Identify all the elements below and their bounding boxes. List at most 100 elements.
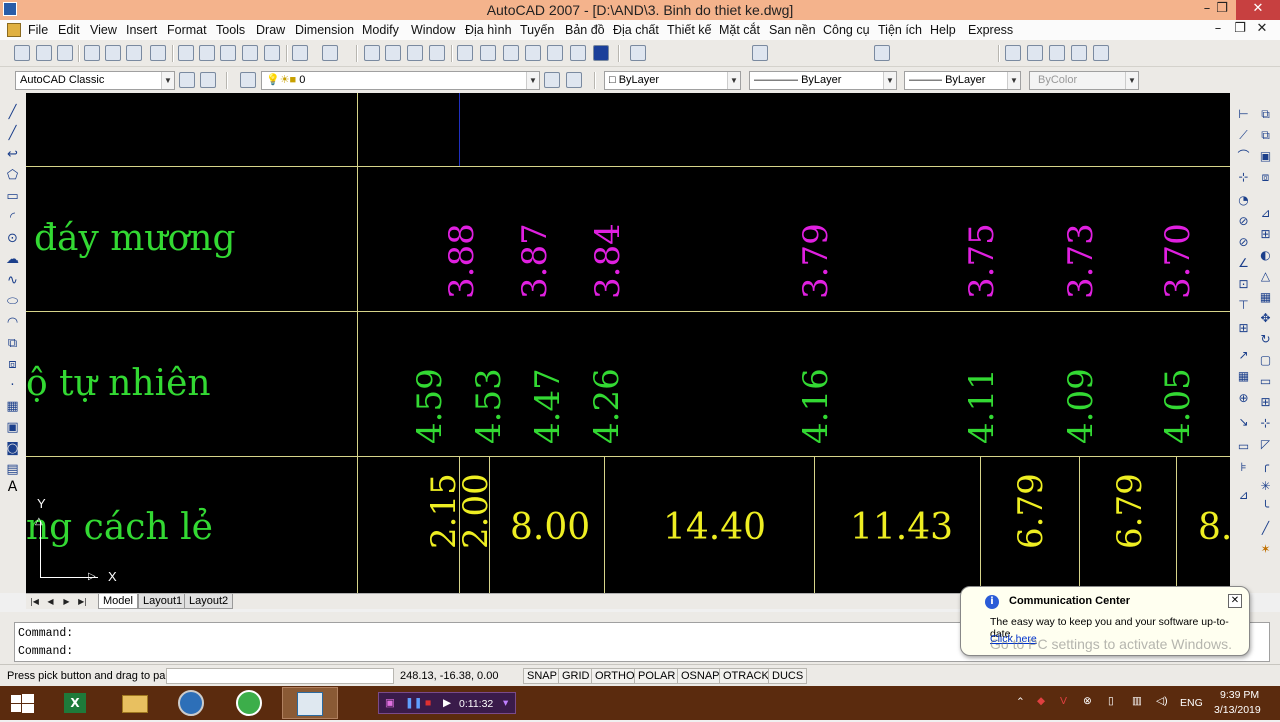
- tray-device-icon[interactable]: ▯: [1108, 695, 1114, 707]
- radius-dim-icon[interactable]: ◔: [1236, 193, 1251, 207]
- menu-edit[interactable]: Edit: [58, 23, 80, 37]
- otrack-toggle[interactable]: OTRACK: [719, 668, 773, 684]
- explode-burst-icon[interactable]: ✶: [1258, 542, 1273, 556]
- menu-help[interactable]: Help: [930, 23, 956, 37]
- tray-language[interactable]: ENG: [1180, 697, 1203, 709]
- command-prompt[interactable]: Command:: [18, 645, 73, 658]
- make-block-icon[interactable]: ⧈: [5, 357, 20, 372]
- hatch-icon[interactable]: ▦: [5, 399, 20, 414]
- tray-network-icon[interactable]: ▥: [1132, 695, 1142, 707]
- coordinate-readout[interactable]: 248.13, -16.38, 0.00: [400, 670, 498, 682]
- mirror-icon[interactable]: ▣: [1258, 149, 1273, 163]
- single-viewport-icon[interactable]: [1027, 45, 1043, 61]
- tray-date[interactable]: 3/13/2019: [1214, 704, 1261, 716]
- workspace-settings-icon[interactable]: [179, 72, 195, 88]
- arc-icon[interactable]: ◜: [5, 210, 20, 225]
- menu-dimension[interactable]: Dimension: [295, 23, 354, 37]
- help-icon[interactable]: [593, 45, 609, 61]
- linetype-select[interactable]: ———— ByLayer ▼: [749, 71, 897, 90]
- dim-edit-icon[interactable]: ↘: [1236, 415, 1251, 429]
- new-icon[interactable]: [14, 45, 30, 61]
- table-icon[interactable]: ▤: [5, 462, 20, 477]
- continue-dim-icon[interactable]: ⊞: [1236, 321, 1251, 335]
- dim-style-icon[interactable]: ⊿: [1236, 488, 1251, 502]
- match-properties-icon[interactable]: [242, 45, 258, 61]
- layer-manager-icon[interactable]: [240, 72, 256, 88]
- ellipse-icon[interactable]: ⬭: [5, 294, 20, 309]
- ortho-toggle[interactable]: ORTHO: [591, 668, 639, 684]
- menu-dia-hinh[interactable]: Địa hình: [465, 23, 512, 37]
- block-editor-icon[interactable]: [264, 45, 280, 61]
- document-icon[interactable]: [7, 23, 21, 37]
- sheet-set-icon[interactable]: [525, 45, 541, 61]
- first-tab-button[interactable]: |◀: [28, 595, 41, 608]
- scale-icon[interactable]: △: [1258, 269, 1273, 283]
- zoom-realtime-icon[interactable]: [385, 45, 401, 61]
- region-icon[interactable]: ◙: [5, 441, 20, 456]
- lineweight-select[interactable]: ——— ByLayer ▼: [904, 71, 1021, 90]
- zoom-window-icon[interactable]: [407, 45, 423, 61]
- menu-mat-cat[interactable]: Mặt cắt: [719, 23, 760, 37]
- point-icon[interactable]: ·: [5, 378, 20, 393]
- layer-select[interactable]: 💡☀■ 0 ▼: [261, 71, 540, 90]
- stretch-icon[interactable]: ▦: [1258, 290, 1273, 304]
- quick-leader-icon[interactable]: ↗: [1236, 348, 1251, 362]
- save-icon[interactable]: [57, 45, 73, 61]
- tray-app-icon[interactable]: ⊗: [1083, 695, 1092, 707]
- move-icon[interactable]: ⊞: [1258, 227, 1273, 241]
- tolerance-icon[interactable]: ▦: [1236, 369, 1251, 383]
- spline-icon[interactable]: ∿: [5, 273, 20, 288]
- copy-icon[interactable]: [199, 45, 215, 61]
- angular-dim-icon[interactable]: ∠: [1236, 256, 1251, 270]
- array-icon[interactable]: ⊿: [1258, 206, 1273, 220]
- menu-tuyen[interactable]: Tuyến: [520, 23, 554, 37]
- publish-icon[interactable]: [126, 45, 142, 61]
- quick-dim-icon[interactable]: ⊡: [1236, 277, 1251, 291]
- menu-format[interactable]: Format: [167, 23, 207, 37]
- object-viewport-icon[interactable]: [1071, 45, 1087, 61]
- polygonal-viewport-icon[interactable]: [1049, 45, 1065, 61]
- undo-icon[interactable]: [292, 45, 308, 61]
- ellipse-arc-icon[interactable]: ◠: [5, 315, 20, 330]
- tray-expand-icon[interactable]: ⌃: [1016, 696, 1025, 708]
- recorder-menu-icon[interactable]: ▾: [503, 697, 508, 709]
- tab-layout1[interactable]: Layout1: [138, 594, 188, 609]
- last-tab-button[interactable]: ▶|: [76, 595, 89, 608]
- trim-icon[interactable]: ▢: [1258, 353, 1273, 367]
- linear-dim-icon[interactable]: ⊢: [1236, 107, 1251, 121]
- arc-length-icon[interactable]: ⌒: [1236, 149, 1251, 163]
- workspace-select[interactable]: AutoCAD Classic ▼: [15, 71, 175, 90]
- make-current-layer-icon[interactable]: [544, 72, 560, 88]
- move-arrows-icon[interactable]: ✥: [1258, 311, 1273, 325]
- plotstyle-select[interactable]: ByColor ▼: [1029, 71, 1139, 90]
- autocad-taskbar-icon[interactable]: [282, 687, 338, 719]
- menu-san-nen[interactable]: San nền: [769, 23, 816, 37]
- dim-text-edit-icon[interactable]: ▭: [1236, 439, 1251, 453]
- jogged-dim-icon[interactable]: ⊘: [1236, 214, 1251, 228]
- next-tab-button[interactable]: ▶: [60, 595, 73, 608]
- tray-volume-icon[interactable]: ◁): [1156, 695, 1168, 707]
- baseline-dim-icon[interactable]: ⊤: [1236, 298, 1251, 312]
- gradient-icon[interactable]: ▣: [5, 420, 20, 435]
- print-icon[interactable]: [84, 45, 100, 61]
- tray-time[interactable]: 9:39 PM: [1220, 689, 1259, 701]
- dim-update-icon[interactable]: ⊧: [1236, 460, 1251, 474]
- menu-window[interactable]: Window: [411, 23, 455, 37]
- layer-previous-icon[interactable]: [566, 72, 582, 88]
- explode-icon[interactable]: ✳: [1258, 479, 1273, 493]
- construction-line-icon[interactable]: ╱: [5, 126, 20, 141]
- break-icon[interactable]: ⊞: [1258, 395, 1273, 409]
- copy-object-icon[interactable]: ⧉: [1258, 128, 1273, 142]
- fillet-icon[interactable]: ╭: [1258, 458, 1273, 472]
- doc-restore-button[interactable]: ❐: [1229, 20, 1251, 40]
- snap-toggle[interactable]: SNAP: [523, 668, 561, 684]
- join-icon[interactable]: ⊹: [1258, 416, 1273, 430]
- rotate-arrow-icon[interactable]: ↻: [1258, 332, 1273, 346]
- pause-icon[interactable]: ❚❚: [405, 697, 423, 709]
- menu-cong-cu[interactable]: Công cụ: [823, 23, 870, 37]
- menu-ban-do[interactable]: Bản đồ: [565, 23, 605, 37]
- browser-taskbar-icon[interactable]: [226, 687, 274, 719]
- doc-close-button[interactable]: ✕: [1251, 20, 1273, 40]
- start-button[interactable]: [0, 687, 48, 719]
- fillet-arc-icon[interactable]: ╰: [1258, 500, 1273, 514]
